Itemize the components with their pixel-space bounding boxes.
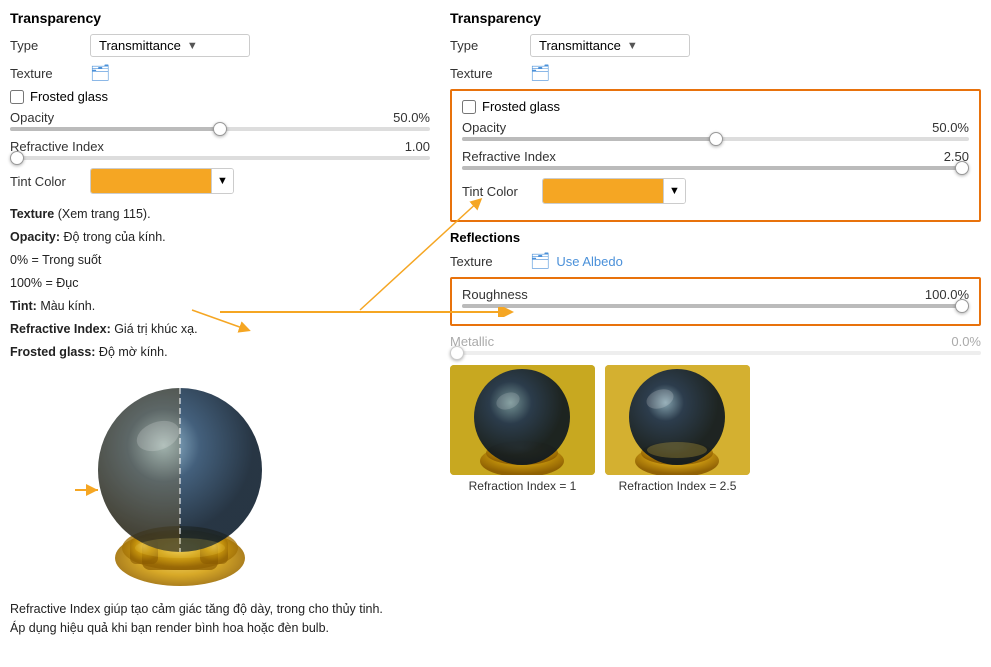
refraction-2-image	[605, 365, 750, 475]
left-texture-label: Texture	[10, 66, 90, 81]
right-metallic-value: 0.0%	[951, 334, 981, 349]
left-type-arrow-icon: ▼	[187, 40, 241, 52]
right-panel-title: Transparency	[450, 10, 981, 26]
right-frosted-label: Frosted glass	[482, 99, 560, 114]
right-metallic-thumb[interactable]	[450, 346, 464, 360]
orange-highlight-box-2: Roughness 100.0%	[450, 277, 981, 326]
left-refindex-thumb[interactable]	[10, 151, 24, 165]
right-roughness-track[interactable]	[462, 304, 969, 308]
left-opacity-value: 50.0%	[393, 110, 430, 125]
right-texture-folder-icon[interactable]: 🗂	[530, 63, 550, 83]
right-texture-label: Texture	[450, 66, 530, 81]
refraction-1-image	[450, 365, 595, 475]
left-type-value: Transmittance	[99, 38, 181, 53]
right-reflection-folder-icon[interactable]: 🗂	[530, 251, 550, 271]
refraction-2-label: Refraction Index = 2.5	[619, 479, 737, 493]
right-frosted-checkbox[interactable]	[462, 100, 476, 114]
left-opacity-label: Opacity	[10, 110, 54, 125]
left-texture-folder-icon[interactable]: 🗂	[90, 63, 110, 83]
refraction-1-label: Refraction Index = 1	[469, 479, 577, 493]
left-opacity-track[interactable]	[10, 127, 430, 131]
right-metallic-track[interactable]	[450, 351, 981, 355]
right-roughness-label: Roughness	[462, 287, 528, 302]
right-type-value: Transmittance	[539, 38, 621, 53]
orange-highlight-box-1: Frosted glass Opacity 50.0% Refractive I…	[450, 89, 981, 222]
left-refindex-label: Refractive Index	[10, 139, 104, 154]
right-opacity-track[interactable]	[462, 137, 969, 141]
right-tint-dropdown-arrow-icon[interactable]: ▼	[663, 179, 685, 203]
right-type-dropdown[interactable]: Transmittance ▼	[530, 34, 690, 57]
left-panel-title: Transparency	[10, 10, 430, 26]
left-tint-dropdown-arrow-icon[interactable]: ▼	[211, 169, 233, 193]
right-tint-label: Tint Color	[462, 184, 542, 199]
refraction-1-wrap: Refraction Index = 1	[450, 365, 595, 493]
right-tint-color-block	[543, 179, 663, 203]
left-frosted-label: Frosted glass	[30, 89, 108, 104]
right-reflection-texture-label: Texture	[450, 254, 530, 269]
right-opacity-value: 50.0%	[932, 120, 969, 135]
left-tint-label: Tint Color	[10, 174, 90, 189]
annotation-note: Refractive Index giúp tạo cảm giác tăng …	[10, 600, 430, 638]
refraction-2-wrap: Refraction Index = 2.5	[605, 365, 750, 493]
right-refindex-track[interactable]	[462, 166, 969, 170]
right-roughness-fill	[462, 304, 969, 308]
left-tint-swatch[interactable]: ▼	[90, 168, 234, 194]
left-refindex-track[interactable]	[10, 156, 430, 160]
left-type-label: Type	[10, 38, 90, 53]
bottom-images-container: Refraction Index = 1	[450, 365, 981, 493]
right-opacity-thumb[interactable]	[709, 132, 723, 146]
right-type-label: Type	[450, 38, 530, 53]
right-refindex-fill	[462, 166, 969, 170]
left-opacity-thumb[interactable]	[213, 122, 227, 136]
left-refindex-value: 1.00	[405, 139, 430, 154]
reflections-title: Reflections	[450, 230, 981, 245]
right-opacity-label: Opacity	[462, 120, 506, 135]
right-tint-swatch[interactable]: ▼	[542, 178, 686, 204]
annotation-block: Texture (Xem trang 115). Opacity: Độ tro…	[10, 204, 430, 362]
left-frosted-checkbox[interactable]	[10, 90, 24, 104]
left-sphere-render	[70, 370, 290, 590]
left-tint-color-block	[91, 169, 211, 193]
use-albedo-link[interactable]: Use Albedo	[556, 254, 623, 269]
right-type-arrow-icon: ▼	[627, 40, 681, 52]
left-type-dropdown[interactable]: Transmittance ▼	[90, 34, 250, 57]
right-refindex-label: Refractive Index	[462, 149, 556, 164]
left-opacity-fill	[10, 127, 220, 131]
right-refindex-thumb[interactable]	[955, 161, 969, 175]
right-roughness-thumb[interactable]	[955, 299, 969, 313]
right-opacity-fill	[462, 137, 716, 141]
